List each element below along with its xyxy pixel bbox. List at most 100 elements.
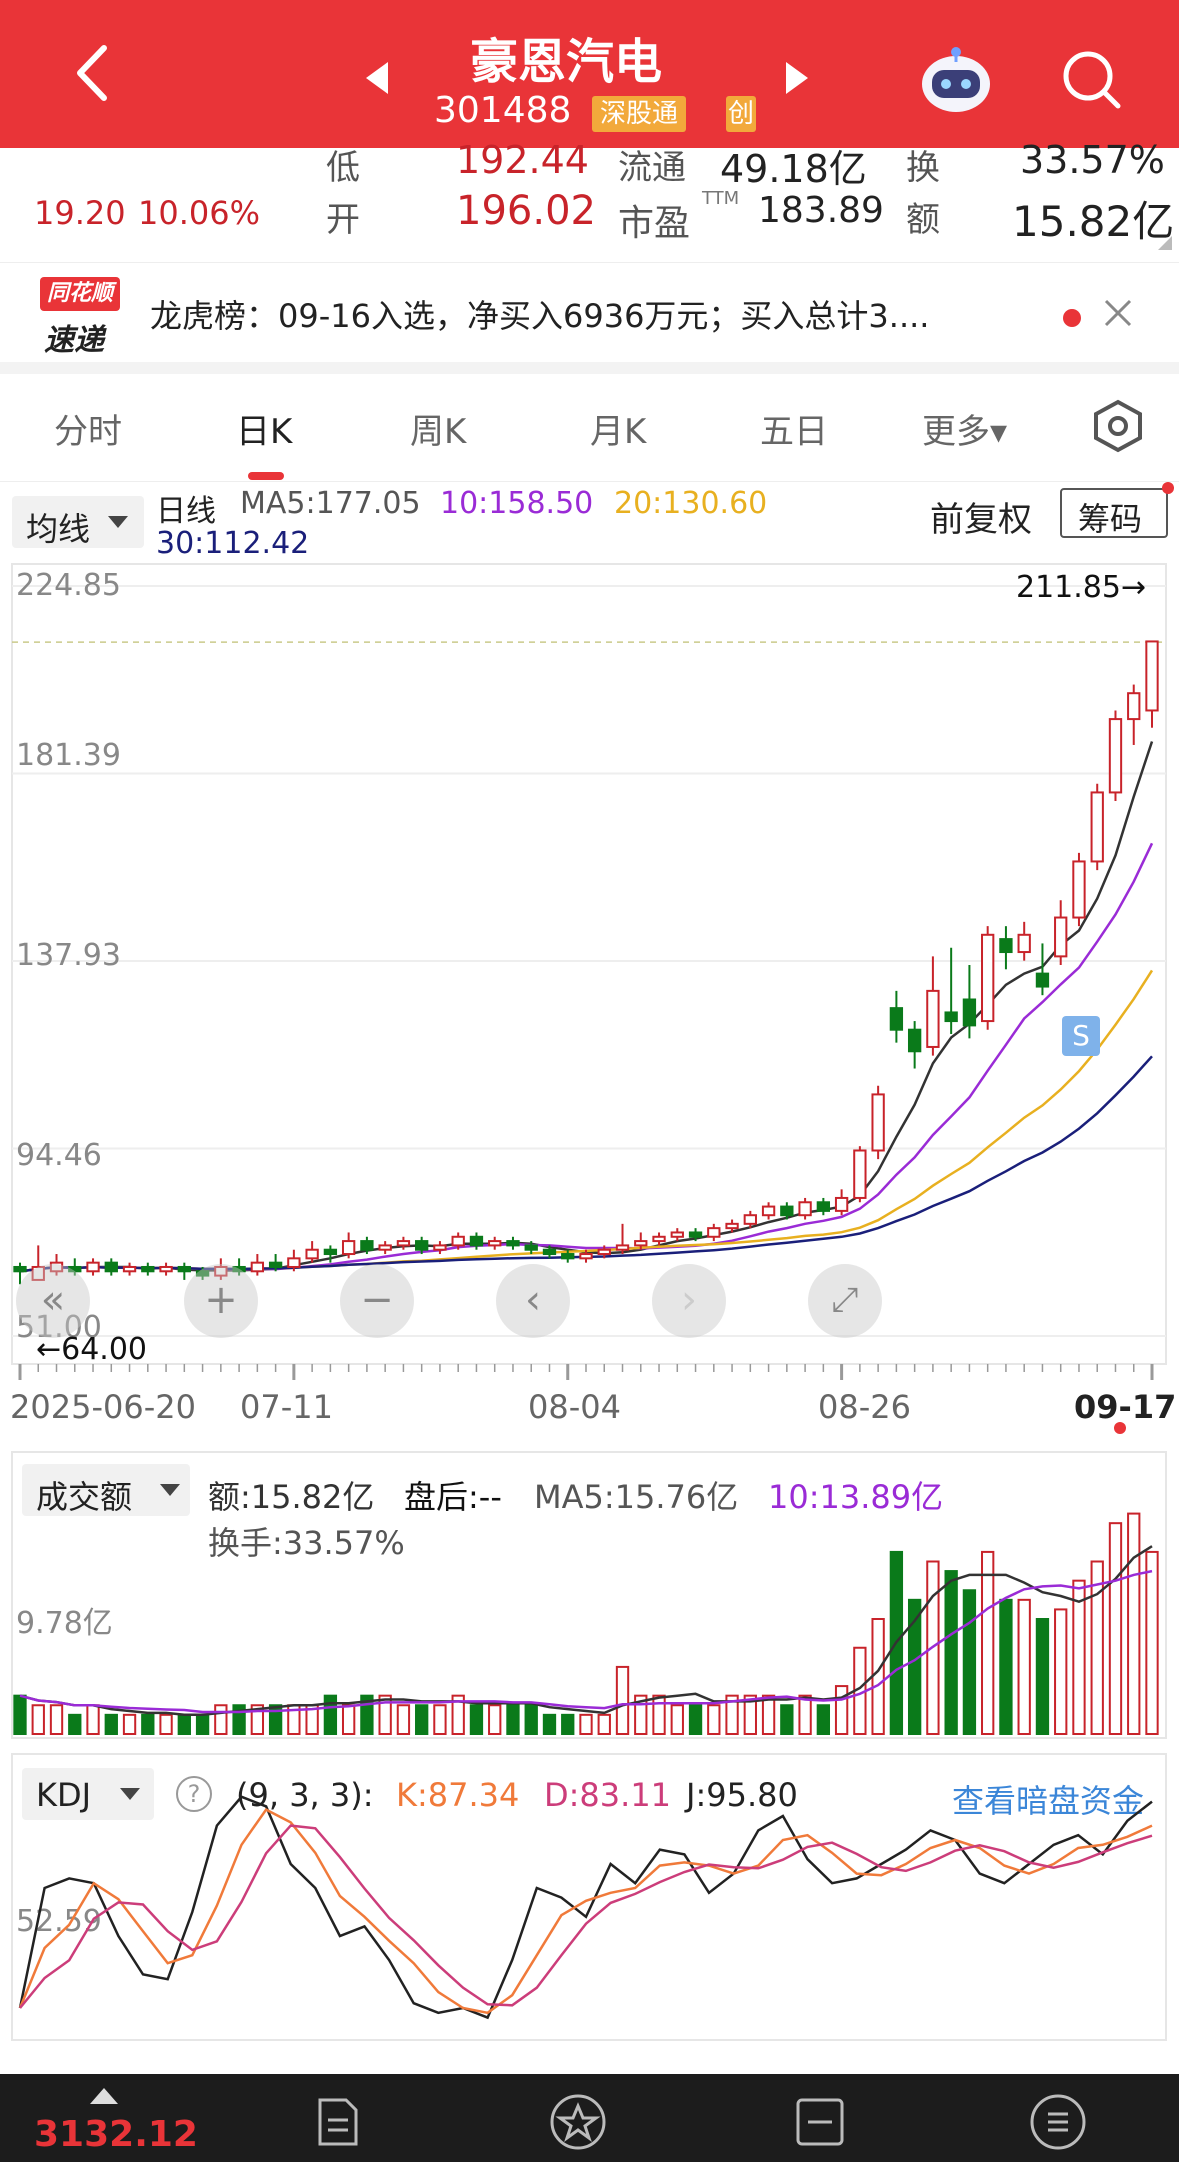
- volume-bar: [506, 1704, 520, 1735]
- news-text[interactable]: 龙虎榜：09-16入选，净买入6936万元；买入总计3....: [150, 291, 1040, 337]
- candle-body: [743, 1214, 757, 1225]
- assistant-button[interactable]: [916, 40, 996, 120]
- candle-body: [634, 1240, 648, 1247]
- y-tick-label: 224.85: [16, 568, 121, 603]
- triangle-right-icon: [786, 62, 808, 94]
- zoom-out-button[interactable]: −: [340, 1264, 414, 1338]
- bottom-nav: 3132.12: [0, 2074, 1179, 2162]
- section-divider: [0, 362, 1179, 374]
- logo-top: 同花顺: [40, 277, 120, 311]
- candle-body: [926, 989, 940, 1048]
- candle-body: [396, 1240, 411, 1247]
- kline-chart[interactable]: [0, 560, 1179, 1390]
- tab-five-day[interactable]: 五日: [760, 404, 828, 453]
- tab-daily-k[interactable]: 日K: [236, 404, 292, 453]
- index-up-icon: [90, 2088, 118, 2104]
- logo-bottom: 速递: [44, 323, 104, 358]
- amount-value: 15.82亿: [1012, 197, 1175, 246]
- volume-bar: [104, 1713, 118, 1736]
- chart-period-tabs: 分时 日K 周K 月K 五日 更多▾: [0, 374, 1179, 482]
- tab-more[interactable]: 更多▾: [922, 404, 1007, 453]
- volume-bar: [798, 1694, 812, 1736]
- index-value[interactable]: 3132.12: [34, 2114, 198, 2155]
- open-value: 196.02: [456, 188, 596, 234]
- candle-body: [13, 1265, 27, 1273]
- chart-settings-button[interactable]: [1090, 398, 1146, 458]
- candle-body: [542, 1248, 557, 1256]
- candle-body: [579, 1253, 593, 1260]
- candle-body: [889, 1007, 904, 1031]
- scroll-right-button[interactable]: ›: [652, 1264, 726, 1338]
- candle-body: [853, 1149, 867, 1199]
- candle-body: [524, 1244, 538, 1251]
- volume-bar: [981, 1550, 995, 1735]
- latest-dot: [1114, 1422, 1126, 1434]
- volume-bar: [524, 1704, 538, 1735]
- candle-body: [707, 1227, 721, 1238]
- quote-panel: 低 192.44 流通 49.18亿 换 33.57% 19.20 10.06%…: [0, 138, 1179, 258]
- back-button[interactable]: [60, 38, 120, 108]
- volume-bar: [396, 1704, 411, 1735]
- ma-dropdown-label: 均线: [26, 510, 91, 548]
- candle-body: [1108, 718, 1123, 794]
- candle-body: [981, 933, 995, 1023]
- close-news-button[interactable]: [1102, 297, 1134, 333]
- candle-body: [305, 1248, 319, 1260]
- news-ticker[interactable]: 同花顺 速递 龙虎榜：09-16入选，净买入6936万元；买入总计3....: [0, 262, 1179, 362]
- adjust-mode[interactable]: 前复权: [930, 492, 1032, 541]
- zoom-in-button[interactable]: +: [184, 1264, 258, 1338]
- candle-body: [834, 1196, 849, 1212]
- nav-menu-button[interactable]: [1028, 2092, 1088, 2156]
- ma10-line: [19, 842, 1154, 1273]
- kdj-chart[interactable]: [0, 1752, 1179, 2042]
- volume-bar: [122, 1713, 137, 1736]
- turnover-value: 33.57%: [1020, 138, 1165, 182]
- volume-bar: [488, 1704, 502, 1735]
- ma20-legend: 20:130.60: [614, 486, 768, 521]
- prev-stock-button[interactable]: [362, 58, 392, 102]
- tab-weekly-k[interactable]: 周K: [410, 404, 466, 453]
- volume-chart[interactable]: [0, 1450, 1179, 1740]
- volume-bar: [469, 1704, 484, 1735]
- stock-code: 301488: [434, 90, 572, 131]
- scroll-start-button[interactable]: «: [16, 1264, 90, 1338]
- candle-body: [1090, 791, 1104, 863]
- fullscreen-button[interactable]: ⤢: [808, 1264, 882, 1338]
- chip-button[interactable]: 筹码: [1060, 488, 1168, 538]
- volume-bar: [561, 1713, 575, 1736]
- next-stock-button[interactable]: [782, 58, 812, 102]
- close-icon: [1104, 299, 1132, 327]
- volume-bar: [323, 1694, 338, 1736]
- volume-bar: [415, 1704, 429, 1735]
- volume-bar: [214, 1704, 228, 1735]
- candle-body: [506, 1240, 520, 1247]
- volume-bar: [944, 1570, 958, 1736]
- chip-button-label: 筹码: [1078, 500, 1143, 538]
- caret-down-icon: [108, 516, 128, 528]
- candle-body: [141, 1265, 155, 1273]
- search-icon: [1063, 51, 1121, 109]
- scroll-left-button[interactable]: ‹: [496, 1264, 570, 1338]
- volume-bar: [1072, 1579, 1086, 1735]
- search-button[interactable]: [1060, 48, 1124, 112]
- ma-dropdown[interactable]: 均线: [12, 496, 144, 548]
- candle-body: [250, 1261, 265, 1273]
- volume-bar: [141, 1713, 155, 1736]
- candle-body: [1127, 692, 1141, 721]
- minus-square-icon: [796, 2098, 844, 2146]
- nav-minimize-button[interactable]: [792, 2094, 848, 2154]
- volume-bar: [871, 1618, 885, 1735]
- tab-monthly-k[interactable]: 月K: [590, 404, 646, 453]
- signal-marker[interactable]: S: [1062, 1016, 1100, 1056]
- volume-bar: [780, 1704, 794, 1735]
- volume-bar: [1054, 1608, 1068, 1736]
- app-header: 豪恩汽电 301488 深股通 创: [0, 0, 1179, 148]
- expand-corner-icon[interactable]: [1158, 236, 1172, 250]
- robot-icon: [922, 47, 990, 112]
- open-label: 开: [326, 200, 360, 240]
- y-tick-label: 94.46: [16, 1138, 102, 1173]
- board-badge: 创: [726, 96, 756, 132]
- nav-favorite-button[interactable]: [548, 2092, 608, 2156]
- tab-intraday[interactable]: 分时: [54, 404, 122, 453]
- nav-notes-button[interactable]: [310, 2094, 366, 2154]
